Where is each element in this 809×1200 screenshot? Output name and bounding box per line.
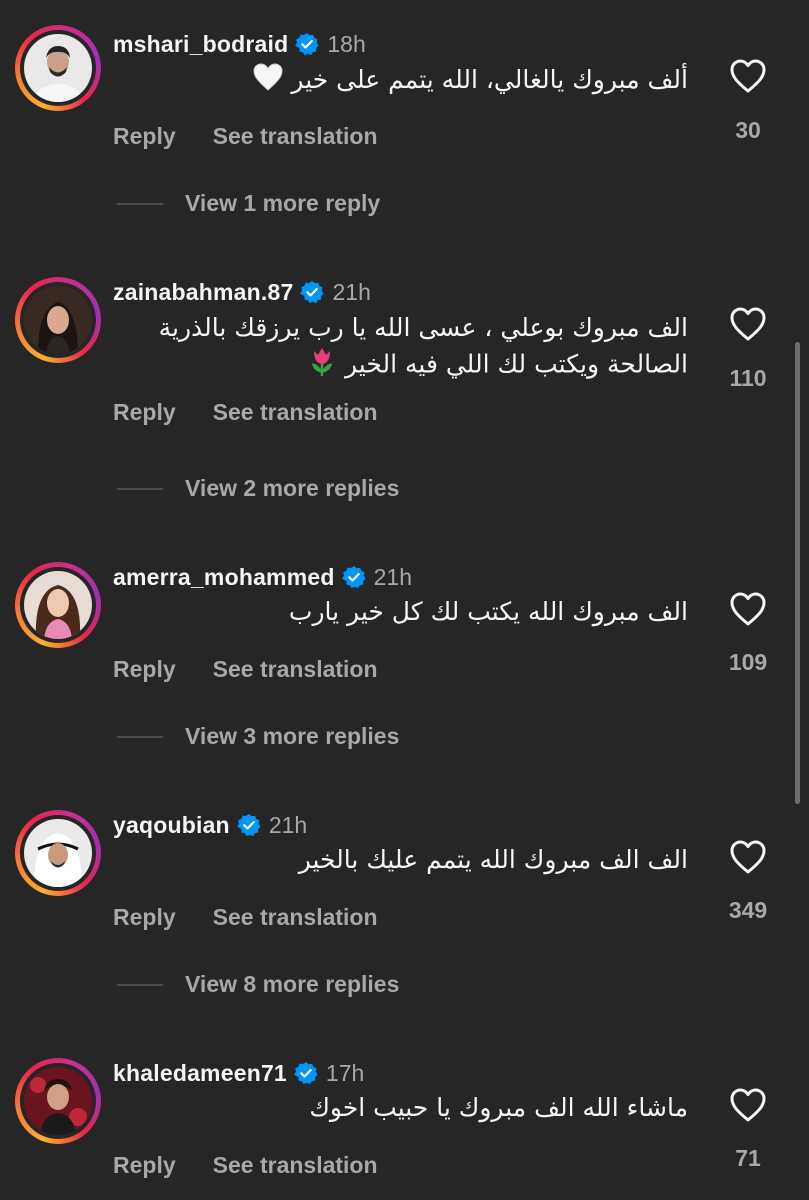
comment-text: الف الف مبروك الله يتمم عليك بالخير — [98, 842, 688, 877]
view-more-replies-label: View 2 more replies — [185, 475, 400, 501]
comment-actions: Reply See translation — [113, 656, 378, 683]
like-count: 30 — [735, 117, 761, 143]
reply-button[interactable]: Reply — [113, 399, 176, 426]
verified-badge-icon — [300, 280, 325, 304]
comment-time: 21h — [268, 811, 308, 838]
avatar-story-ring[interactable] — [15, 1058, 101, 1144]
see-translation-button[interactable]: See translation — [213, 399, 378, 426]
comment-time: 18h — [327, 30, 366, 57]
comment-text-line: الف مبروك الله يكتب لك كل خير يارب — [288, 597, 688, 626]
like-button[interactable] — [729, 591, 767, 627]
avatar[interactable] — [24, 34, 92, 102]
view-more-replies-label: View 1 more reply — [185, 190, 381, 216]
comment-time: 21h — [373, 563, 412, 590]
divider-line — [117, 487, 163, 490]
scrollbar[interactable] — [795, 342, 800, 804]
view-more-replies-button[interactable]: View 3 more replies — [117, 723, 399, 750]
username[interactable]: zainabahman.87 — [113, 279, 293, 306]
avatar[interactable] — [24, 286, 92, 354]
comment-text-line: الف مبروك بوعلي ، عسى الله يا رب يرزقك ب… — [158, 313, 688, 342]
verified-badge-icon — [295, 32, 319, 56]
white-heart-icon — [253, 62, 283, 100]
username[interactable]: khaledameen71 — [113, 1060, 287, 1087]
avatar-story-ring[interactable] — [15, 810, 101, 896]
comment-header: zainabahman.87 21h — [113, 277, 371, 307]
reply-button[interactable]: Reply — [113, 1152, 176, 1179]
divider-line — [117, 983, 163, 986]
like-button[interactable] — [729, 58, 767, 94]
avatar-story-ring[interactable] — [15, 277, 101, 363]
like-count: 110 — [729, 365, 767, 391]
comment-header: amerra_mohammed 21h — [113, 562, 412, 592]
comment-header: yaqoubian 21h — [113, 810, 307, 840]
view-more-replies-label: View 8 more replies — [185, 971, 400, 997]
like-count: 349 — [728, 897, 768, 923]
divider-line — [117, 735, 163, 738]
view-more-replies-label: View 3 more replies — [185, 723, 400, 749]
comment-actions: Reply See translation — [113, 399, 378, 426]
comment-time: 17h — [325, 1059, 365, 1086]
reply-button[interactable]: Reply — [113, 656, 176, 683]
comment-text-line: ألف مبروك يالغالي، الله يتمم على خير — [291, 65, 688, 94]
like-count: 71 — [735, 1145, 761, 1171]
reply-button[interactable]: Reply — [113, 123, 176, 150]
username[interactable]: mshari_bodraid — [113, 31, 288, 58]
view-more-replies-button[interactable]: View 1 more reply — [117, 190, 380, 217]
username[interactable]: amerra_mohammed — [113, 564, 335, 591]
reply-button[interactable]: Reply — [113, 904, 176, 931]
avatar[interactable] — [24, 571, 92, 639]
comment-text: الف مبروك الله يكتب لك كل خير يارب — [98, 594, 688, 629]
see-translation-button[interactable]: See translation — [213, 656, 378, 683]
see-translation-button[interactable]: See translation — [213, 123, 378, 150]
comment-text-line: الف الف مبروك الله يتمم عليك بالخير — [298, 845, 688, 874]
comment-header: mshari_bodraid 18h — [113, 29, 366, 59]
comment-actions: Reply See translation — [113, 1152, 378, 1179]
see-translation-button[interactable]: See translation — [213, 1152, 378, 1179]
comment-header: khaledameen71 17h — [113, 1058, 364, 1088]
divider-line — [117, 202, 163, 205]
avatar[interactable] — [24, 819, 92, 887]
comment-time: 21h — [332, 278, 371, 305]
verified-badge-icon — [294, 1061, 318, 1085]
avatar-story-ring[interactable] — [15, 562, 101, 648]
see-translation-button[interactable]: See translation — [213, 904, 378, 931]
like-button[interactable] — [729, 306, 767, 342]
comment-actions: Reply See translation — [113, 123, 378, 150]
verified-badge-icon — [236, 813, 261, 837]
comment-text: الف مبروك بوعلي ، عسى الله يا رب يرزقك ب… — [98, 310, 688, 386]
verified-badge-icon — [341, 565, 366, 589]
comment-text: ماشاء الله الف مبروك يا حبيب اخوك — [98, 1090, 688, 1125]
comment-actions: Reply See translation — [113, 904, 378, 931]
comment-text-line: الصالحة ويكتب لك اللي فيه الخير — [345, 349, 688, 379]
like-button[interactable] — [729, 1087, 767, 1123]
like-button[interactable] — [729, 839, 767, 875]
comment-text-line: ماشاء الله الف مبروك يا حبيب اخوك — [309, 1093, 688, 1122]
comment-text: ألف مبروك يالغالي، الله يتمم على خير — [98, 62, 688, 100]
tulip-icon — [307, 345, 337, 386]
view-more-replies-button[interactable]: View 2 more replies — [117, 475, 399, 502]
avatar[interactable] — [24, 1067, 92, 1135]
username[interactable]: yaqoubian — [113, 812, 230, 839]
like-count: 109 — [728, 649, 768, 675]
view-more-replies-button[interactable]: View 8 more replies — [117, 971, 399, 998]
avatar-story-ring[interactable] — [15, 25, 101, 111]
